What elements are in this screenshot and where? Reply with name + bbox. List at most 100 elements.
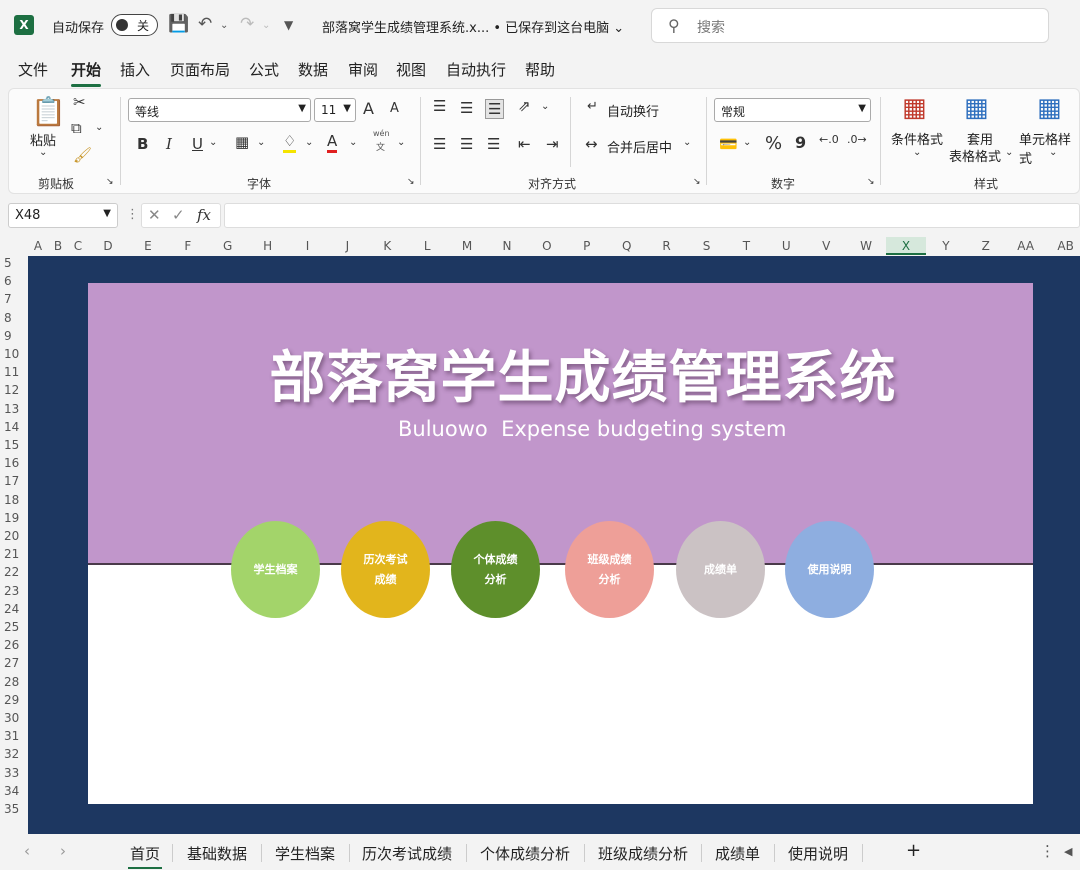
row-header[interactable]: 25 [4,620,19,634]
search-box[interactable]: ⚲ 搜索 [651,8,1049,43]
column-header[interactable]: G [216,239,240,253]
format-as-table-icon[interactable]: ▦ [964,93,989,123]
orientation-icon[interactable]: ⇗ [518,97,531,115]
phonetic-icon[interactable]: wén [373,129,390,138]
row-header[interactable]: 9 [4,329,12,343]
underline-dropdown-icon[interactable]: ⌄ [209,137,217,148]
nav-circle-button[interactable]: 班级成绩分析 [565,521,654,618]
border-icon[interactable]: ▦ [235,133,249,151]
tab-formulas[interactable]: 公式 [249,59,279,80]
column-header[interactable]: Q [615,239,639,253]
fill-color-icon[interactable]: ♢ [283,132,297,153]
column-header[interactable]: H [256,239,280,253]
row-header[interactable]: 6 [4,274,12,288]
more-options-icon[interactable]: ⋮ [126,207,139,222]
nav-circle-button[interactable]: 个体成绩分析 [451,521,540,618]
phonetic-dropdown-icon[interactable]: ⌄ [397,137,405,148]
sheet-tab-report-card[interactable]: 成绩单 [715,843,760,864]
row-header[interactable]: 19 [4,511,19,525]
row-header[interactable]: 27 [4,656,19,670]
align-bottom-icon[interactable]: ☰ [485,99,505,119]
column-header[interactable]: K [375,239,399,253]
column-header[interactable]: Y [934,239,958,253]
row-header[interactable]: 13 [4,402,19,416]
customize-toolbar-icon[interactable]: ▼ [284,18,293,32]
orientation-dropdown-icon[interactable]: ⌄ [541,101,549,112]
column-header[interactable]: P [575,239,599,253]
row-header[interactable]: 26 [4,638,19,652]
column-header[interactable]: E [136,239,160,253]
column-header[interactable]: L [415,239,439,253]
column-header[interactable]: AB [1054,239,1078,253]
column-header[interactable]: J [335,239,359,253]
row-header[interactable]: 20 [4,529,19,543]
number-format-select[interactable]: 常规 ▼ [714,98,871,122]
accounting-dropdown-icon[interactable]: ⌄ [743,137,751,148]
undo-icon[interactable]: ↶ [198,14,212,34]
paste-dropdown-icon[interactable]: ⌄ [39,147,47,158]
align-middle-icon[interactable]: ☰ [460,99,473,117]
insert-function-icon[interactable]: fx [197,206,211,224]
column-header[interactable]: V [814,239,838,253]
autosave-toggle[interactable]: 关 [111,14,158,36]
align-top-icon[interactable]: ☰ [433,97,446,115]
comma-style-button[interactable]: 9 [795,133,806,152]
fill-color-dropdown-icon[interactable]: ⌄ [305,137,313,148]
column-header[interactable]: R [655,239,679,253]
sheet-tab-basic-data[interactable]: 基础数据 [187,843,247,864]
decrease-indent-icon[interactable]: ⇤ [518,135,531,153]
nav-circle-button[interactable]: 历次考试成绩 [341,521,430,618]
format-as-table-button[interactable]: 表格格式 [949,146,1001,165]
font-size-select[interactable]: 11 ▼ [314,98,356,122]
scroll-left-icon[interactable]: ‹ [24,842,30,860]
wrap-text-button[interactable]: 自动换行 [607,101,659,120]
copy-icon[interactable]: ⧉ [71,119,82,137]
cancel-icon[interactable]: ✕ [148,206,161,224]
row-header[interactable]: 7 [4,292,12,306]
enter-icon[interactable]: ✓ [172,206,185,224]
shrink-font-icon[interactable]: A [390,101,399,116]
row-header[interactable]: 21 [4,547,19,561]
wrap-text-icon[interactable]: ↵ [587,99,598,114]
accounting-format-icon[interactable]: 💳 [719,135,738,153]
tab-insert[interactable]: 插入 [120,59,150,80]
row-header[interactable]: 31 [4,729,19,743]
add-sheet-button[interactable]: + [906,840,921,861]
font-name-select[interactable]: 等线 ▼ [128,98,311,122]
tab-automate[interactable]: 自动执行 [446,59,506,80]
merge-dropdown-icon[interactable]: ⌄ [683,137,691,148]
grow-font-icon[interactable]: A [363,99,374,118]
document-title[interactable]: 部落窝学生成绩管理系统.x... • 已保存到这台电脑 ⌄ [322,17,624,36]
conditional-dropdown-icon[interactable]: ⌄ [913,147,921,158]
sheet-tab-home[interactable]: 首页 [127,843,163,869]
tab-review[interactable]: 审阅 [348,59,378,80]
bold-button[interactable]: B [137,135,148,153]
tab-home[interactable]: 开始 [71,59,102,87]
undo-dropdown-icon[interactable]: ⌄ [220,20,228,31]
redo-icon[interactable]: ↷ [240,14,254,34]
column-header[interactable]: T [734,239,758,253]
column-header[interactable]: U [774,239,798,253]
row-header[interactable]: 17 [4,474,19,488]
decrease-decimal-icon[interactable]: .0→ [847,133,867,146]
merge-center-icon[interactable]: ↔ [585,135,598,153]
column-header[interactable]: N [495,239,519,253]
nav-circle-button[interactable]: 学生档案 [231,521,320,618]
scroll-right-icon[interactable]: › [60,842,66,860]
row-header[interactable]: 29 [4,693,19,707]
column-header[interactable]: W [854,239,878,253]
paste-icon[interactable]: 📋 [31,95,66,128]
name-box[interactable]: X48 ▼ [8,203,118,228]
conditional-formatting-icon[interactable]: ▦ [902,93,927,123]
copy-dropdown-icon[interactable]: ⌄ [95,122,103,133]
row-header[interactable]: 23 [4,584,19,598]
more-options-icon[interactable]: ⋮ [1040,842,1055,860]
column-header[interactable]: AA [1014,239,1038,253]
row-header[interactable]: 16 [4,456,19,470]
underline-button[interactable]: U [192,135,203,153]
row-header[interactable]: 28 [4,675,19,689]
merge-center-button[interactable]: 合并后居中 [607,137,672,156]
column-header[interactable]: C [66,239,90,253]
sheet-tab-student-records[interactable]: 学生档案 [275,843,335,864]
column-header[interactable]: I [296,239,320,253]
